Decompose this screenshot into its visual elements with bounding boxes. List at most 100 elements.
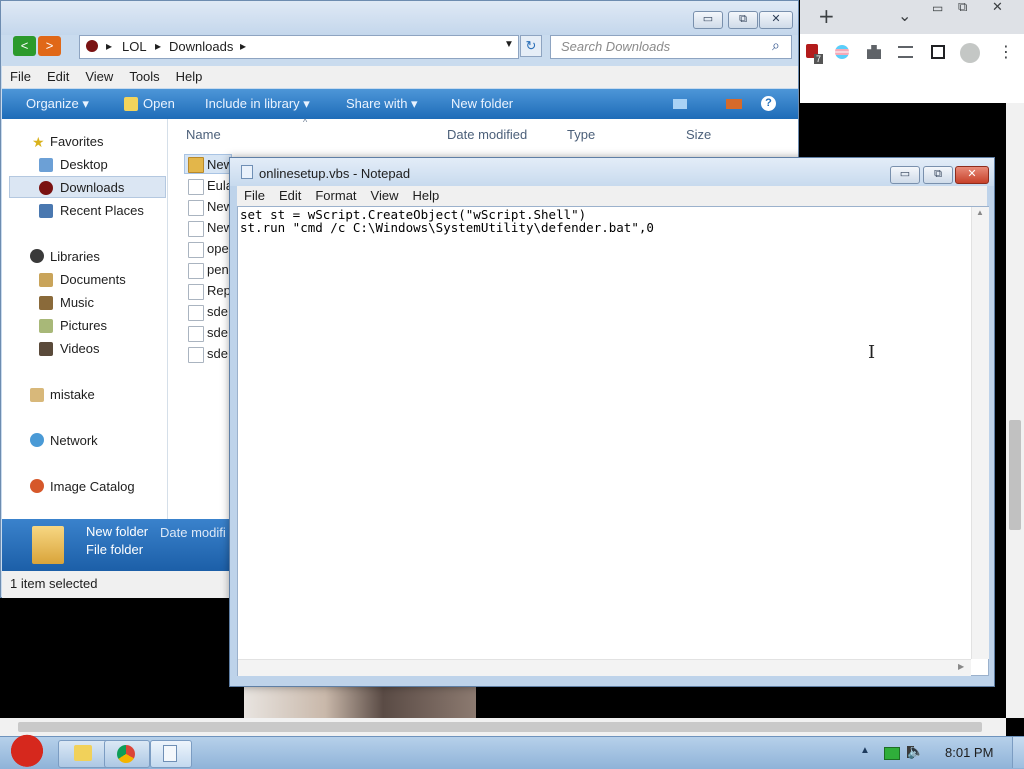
- file-row-name[interactable]: ope: [207, 241, 229, 256]
- forward-arrow-icon[interactable]: >: [38, 36, 61, 56]
- breadcrumb-chevron-icon[interactable]: ▸: [240, 39, 246, 53]
- file-icon: [188, 326, 204, 342]
- explorer-close-button[interactable]: ✕: [759, 11, 793, 29]
- user-folder-icon: [30, 388, 44, 402]
- search-box[interactable]: Search Downloads ⌕: [550, 35, 792, 59]
- nav-favorites[interactable]: Favorites: [50, 134, 103, 149]
- taskbar-notepad-button[interactable]: [150, 740, 192, 768]
- notepad-restore-button[interactable]: ⧉: [923, 166, 953, 184]
- notepad-close-button[interactable]: ✕: [955, 166, 989, 184]
- open-folder-icon: [124, 97, 138, 111]
- breadcrumb-downloads[interactable]: Downloads: [169, 39, 233, 54]
- notepad-horizontal-scrollbar[interactable]: ▶: [238, 659, 971, 676]
- include-in-library-button[interactable]: Include in library ▾: [205, 96, 310, 112]
- file-row-name[interactable]: Rep: [207, 283, 231, 298]
- libraries-icon: [30, 249, 44, 263]
- column-size-header[interactable]: Size: [686, 127, 711, 142]
- file-row-name[interactable]: sde: [207, 304, 228, 319]
- nav-desktop[interactable]: Desktop: [60, 157, 108, 172]
- notepad-content[interactable]: set st = wScript.CreateObject("wScript.S…: [240, 208, 654, 234]
- battery-icon[interactable]: [884, 747, 900, 760]
- notepad-vertical-scrollbar[interactable]: ▲: [971, 207, 989, 659]
- file-icon: [188, 179, 204, 195]
- nav-libraries[interactable]: Libraries: [50, 249, 100, 264]
- address-dropdown-icon[interactable]: ▼: [504, 39, 514, 50]
- profile-avatar-icon[interactable]: [960, 43, 980, 63]
- navigation-pane: ★ Favorites Desktop Downloads Recent Pla…: [2, 119, 168, 519]
- chrome-horizontal-scroll-thumb[interactable]: [18, 722, 982, 732]
- flag-extension-icon[interactable]: [835, 45, 849, 59]
- nav-documents[interactable]: Documents: [60, 272, 126, 287]
- notepad-menu-edit[interactable]: Edit: [272, 186, 308, 205]
- column-name-header[interactable]: Name: [186, 127, 221, 142]
- view-options-icon[interactable]: [673, 99, 687, 109]
- column-date-modified-header[interactable]: Date modified: [447, 127, 527, 142]
- menu-file[interactable]: File: [2, 66, 39, 87]
- tab-search-button[interactable]: ⌄: [898, 6, 911, 25]
- menu-tools[interactable]: Tools: [121, 66, 167, 87]
- back-arrow-icon[interactable]: <: [13, 36, 36, 56]
- menu-view[interactable]: View: [77, 66, 121, 87]
- nav-image-catalog[interactable]: Image Catalog: [50, 479, 135, 494]
- notepad-menu-view[interactable]: View: [364, 186, 406, 205]
- desktop-icon: [39, 158, 53, 172]
- new-folder-button[interactable]: New folder: [451, 96, 513, 111]
- taskbar: ▲ 🔈 8:01 PM: [0, 731, 1024, 769]
- menu-help[interactable]: Help: [168, 66, 211, 87]
- nav-downloads[interactable]: Downloads: [60, 180, 124, 195]
- side-panel-icon[interactable]: [931, 45, 945, 59]
- scroll-up-icon[interactable]: ▲: [976, 208, 984, 217]
- chrome-menu-button[interactable]: ⋮: [998, 42, 1014, 61]
- taskbar-chrome-button[interactable]: [104, 740, 150, 768]
- menu-edit[interactable]: Edit: [39, 66, 77, 87]
- open-button[interactable]: Open: [143, 96, 175, 111]
- reading-list-icon[interactable]: [898, 46, 913, 58]
- start-button-icon[interactable]: [6, 731, 48, 767]
- nav-pictures[interactable]: Pictures: [60, 318, 107, 333]
- explorer-titlebar[interactable]: [1, 1, 798, 35]
- file-row-name[interactable]: sde: [207, 346, 228, 361]
- refresh-icon[interactable]: ↻: [520, 35, 542, 57]
- breadcrumb-lol[interactable]: LOL: [122, 39, 147, 54]
- help-icon[interactable]: ?: [761, 96, 776, 111]
- notepad-text-area[interactable]: set st = wScript.CreateObject("wScript.S…: [237, 206, 989, 676]
- nav-network[interactable]: Network: [50, 433, 98, 448]
- chrome-close-button[interactable]: ✕: [992, 0, 1003, 15]
- chrome-page-scroll-thumb[interactable]: [1009, 420, 1021, 530]
- notepad-titlebar[interactable]: onlinesetup.vbs - Notepad ▭ ⧉ ✕: [230, 158, 994, 186]
- address-bar[interactable]: ▸ LOL ▸ Downloads ▸ ▼: [79, 35, 519, 59]
- file-row-name[interactable]: pen: [207, 262, 229, 277]
- show-hidden-icons-icon[interactable]: ▲: [860, 745, 870, 756]
- explorer-restore-button[interactable]: ⧉: [728, 11, 758, 29]
- chrome-minimize-button[interactable]: ▭: [932, 1, 943, 15]
- search-icon[interactable]: ⌕: [772, 37, 780, 54]
- nav-music[interactable]: Music: [60, 295, 94, 310]
- column-type-header[interactable]: Type: [567, 127, 595, 142]
- downloads-folder-icon: [86, 40, 98, 52]
- explorer-minimize-button[interactable]: ▭: [693, 11, 723, 29]
- notepad-menu-help[interactable]: Help: [405, 186, 446, 205]
- preview-pane-icon[interactable]: [726, 99, 742, 109]
- file-row-name[interactable]: sde: [207, 325, 228, 340]
- notepad-minimize-button[interactable]: ▭: [890, 166, 920, 184]
- organize-button[interactable]: Organize ▾: [26, 96, 89, 112]
- share-with-button[interactable]: Share with ▾: [346, 96, 418, 112]
- notepad-app-icon: [241, 165, 253, 179]
- chrome-restore-button[interactable]: ⧉: [958, 0, 967, 15]
- notepad-icon: [163, 745, 177, 762]
- chrome-page-scrollbar[interactable]: [1006, 103, 1024, 718]
- new-tab-button[interactable]: +: [818, 4, 835, 28]
- notepad-menubar: File Edit Format View Help: [237, 186, 987, 206]
- nav-mistake[interactable]: mistake: [50, 387, 95, 402]
- search-input[interactable]: Search Downloads: [561, 39, 670, 54]
- volume-icon[interactable]: 🔈: [907, 743, 924, 760]
- notepad-menu-file[interactable]: File: [237, 186, 272, 205]
- show-desktop-button[interactable]: [1012, 737, 1024, 768]
- nav-recent-places[interactable]: Recent Places: [60, 203, 144, 218]
- nav-videos[interactable]: Videos: [60, 341, 100, 356]
- folder-icon: [188, 157, 204, 173]
- notepad-menu-format[interactable]: Format: [308, 186, 363, 205]
- scroll-right-icon[interactable]: ▶: [958, 662, 964, 671]
- file-icon: [188, 221, 204, 237]
- taskbar-clock[interactable]: 8:01 PM: [945, 745, 993, 760]
